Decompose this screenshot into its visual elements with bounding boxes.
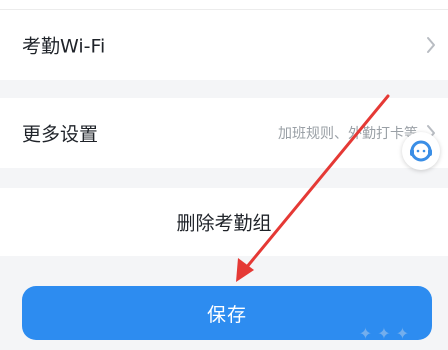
chevron-right-icon: [427, 37, 435, 53]
customer-service-icon: [410, 140, 432, 162]
delete-attendance-group-row[interactable]: 删除考勤组: [0, 188, 448, 256]
delete-attendance-group-label: 删除考勤组: [176, 212, 272, 235]
watermark-logo: ✦ ✦ ✦: [359, 324, 409, 343]
attendance-wifi-row[interactable]: 考勤Wi-Fi: [0, 10, 448, 80]
more-settings-label: 更多设置: [22, 123, 99, 146]
attendance-wifi-label: 考勤Wi-Fi: [22, 35, 106, 58]
top-row-remnant: [0, 0, 448, 10]
customer-service-button[interactable]: [402, 132, 440, 170]
svg-text:✦ ✦ ✦: ✦ ✦ ✦: [359, 324, 409, 343]
attendance-settings-screen: 考勤Wi-Fi 更多设置 加班规则、外勤打卡等 删除考勤组 保存 ✦ ✦ ✦: [0, 0, 448, 350]
save-button-label: 保存: [206, 303, 247, 326]
more-settings-row[interactable]: 更多设置 加班规则、外勤打卡等: [0, 98, 448, 168]
more-settings-hint: 加班规则、外勤打卡等: [278, 126, 418, 142]
